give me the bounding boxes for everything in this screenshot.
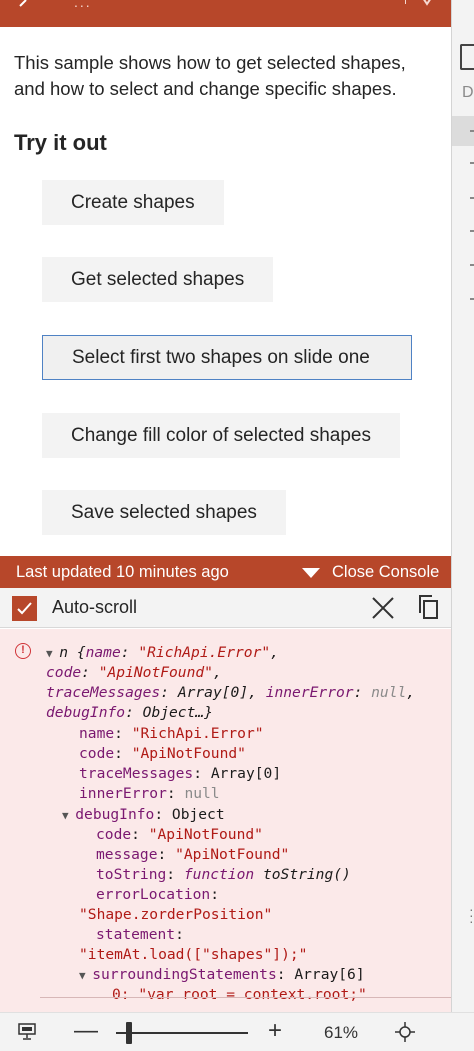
log-line: debugInfo: Object…} bbox=[46, 704, 213, 721]
console-log[interactable]: ! ▼ n {name: "RichApi.Error", code: "Api… bbox=[0, 629, 451, 1012]
log-debug-tostring: toString: function toString() bbox=[96, 866, 351, 883]
pane-line bbox=[470, 130, 474, 132]
zoom-slider-thumb[interactable] bbox=[126, 1022, 133, 1044]
taskpane-content: This sample shows how to get selected sh… bbox=[0, 27, 451, 556]
pane-tab-icon[interactable] bbox=[460, 44, 474, 70]
pane-line bbox=[470, 264, 474, 266]
log-debug-item0: 0: "var root = context.root;" bbox=[112, 986, 367, 1003]
log-line: traceMessages: Array[0], innerError: nul… bbox=[46, 684, 416, 701]
log-debug-message: message: "ApiNotFound" bbox=[96, 846, 290, 863]
menu-chevron-icon[interactable] bbox=[405, 0, 435, 10]
close-console-button[interactable]: Close Console bbox=[302, 563, 439, 582]
close-console-label: Close Console bbox=[332, 563, 440, 581]
autoscroll-label: Auto-scroll bbox=[52, 597, 138, 617]
log-divider bbox=[40, 997, 451, 998]
back-arrow-icon[interactable] bbox=[14, 0, 32, 10]
last-updated-text: Last updated 10 minutes ago bbox=[16, 563, 229, 581]
copy-icon[interactable] bbox=[417, 594, 439, 620]
zoom-slider[interactable] bbox=[116, 1032, 248, 1034]
get-selected-shapes-button[interactable]: Get selected shapes bbox=[42, 257, 274, 302]
slide-pane-strip: D · · · bbox=[451, 0, 474, 1012]
pane-line bbox=[470, 230, 474, 232]
pane-more-icon[interactable]: · · · bbox=[469, 902, 474, 928]
save-selected-shapes-button[interactable]: Save selected shapes bbox=[42, 490, 286, 535]
pane-line bbox=[470, 162, 474, 164]
log-line: code: "ApiNotFound", bbox=[46, 664, 222, 681]
log-prop-code: code: "ApiNotFound" bbox=[79, 745, 246, 762]
select-first-two-shapes-button[interactable]: Select first two shapes on slide one bbox=[42, 335, 412, 380]
log-debug-code: code: "ApiNotFound" bbox=[96, 826, 263, 843]
clear-console-icon[interactable] bbox=[370, 595, 396, 621]
log-prop-name: name: "RichApi.Error" bbox=[79, 725, 264, 742]
log-debug-errorlocation: errorLocation: bbox=[96, 886, 220, 903]
zoom-in-button[interactable]: + bbox=[268, 1017, 282, 1045]
checkmark-icon bbox=[17, 602, 32, 615]
log-prop-trace: traceMessages: Array[0] bbox=[79, 765, 282, 782]
error-icon: ! bbox=[15, 643, 31, 659]
log-prop-debuginfo[interactable]: ▼ debugInfo: Object bbox=[62, 805, 225, 826]
taskpane-header: ... bbox=[0, 0, 451, 27]
console-bar: Last updated 10 minutes ago Close Consol… bbox=[0, 556, 451, 588]
status-bar: — + 61% bbox=[0, 1012, 474, 1051]
header-title-fragment: ... bbox=[74, 0, 92, 10]
section-title: Try it out bbox=[14, 130, 107, 155]
log-debug-statement: statement: bbox=[96, 926, 184, 943]
log-debug-errorlocation-value: "Shape.zorderPosition" bbox=[79, 906, 273, 923]
pane-letter: D bbox=[462, 84, 474, 101]
pane-line bbox=[470, 298, 474, 300]
change-fill-color-button[interactable]: Change fill color of selected shapes bbox=[42, 413, 400, 458]
log-line: ▼ n {name: "RichApi.Error", bbox=[46, 644, 279, 661]
triangle-down-icon bbox=[302, 567, 320, 578]
log-prop-inner: innerError: null bbox=[79, 785, 220, 802]
sample-description: This sample shows how to get selected sh… bbox=[14, 52, 406, 99]
zoom-level[interactable]: 61% bbox=[324, 1023, 358, 1043]
log-debug-surrounding[interactable]: ▼ surroundingStatements: Array[6] bbox=[79, 965, 365, 986]
log-debug-statement-value: "itemAt.load(["shapes"]);" bbox=[79, 946, 308, 963]
create-shapes-button[interactable]: Create shapes bbox=[42, 180, 224, 225]
fit-to-window-icon[interactable] bbox=[395, 1022, 415, 1042]
presenter-view-icon[interactable] bbox=[18, 1023, 36, 1041]
autoscroll-checkbox[interactable] bbox=[12, 596, 37, 621]
console-toolbar: Auto-scroll bbox=[0, 588, 451, 628]
pane-line bbox=[470, 197, 474, 199]
zoom-out-button[interactable]: — bbox=[74, 1017, 98, 1045]
